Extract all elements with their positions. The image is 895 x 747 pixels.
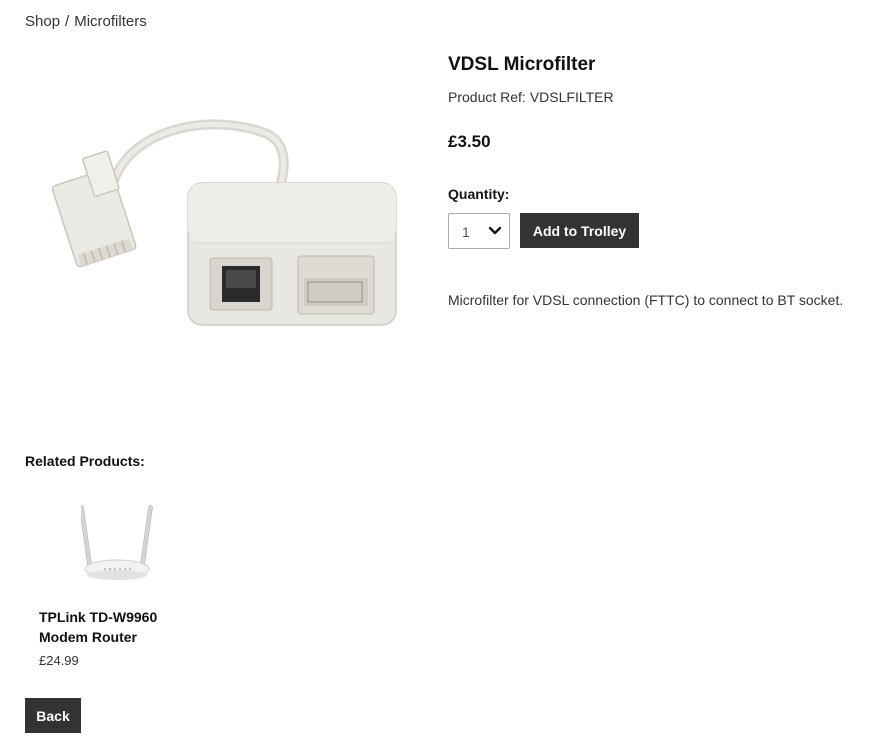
quantity-select[interactable]: 1 (448, 213, 510, 249)
quantity-value: 1 (462, 224, 470, 240)
related-product-card[interactable]: TPLink TD-W9960 Modem Router £24.99 (39, 495, 189, 680)
breadcrumb-category-link[interactable]: Microfilters (74, 13, 147, 30)
product-price: £3.50 (448, 132, 491, 151)
chevron-down-icon (488, 226, 502, 235)
related-product-price: £24.99 (39, 653, 79, 668)
product-image (40, 118, 410, 338)
product-title: VDSL Microfilter (448, 54, 596, 75)
microfilter-image (51, 119, 397, 326)
related-product-name[interactable]: TPLink TD-W9960 Modem Router (39, 607, 189, 647)
breadcrumb-separator: / (65, 13, 70, 30)
product-description: Microfilter for VDSL connection (FTTC) t… (448, 292, 844, 308)
quantity-label: Quantity: (448, 186, 510, 202)
add-to-trolley-button[interactable]: Add to Trolley (520, 213, 639, 248)
back-button[interactable]: Back (25, 698, 81, 733)
product-ref: Product Ref: VDSLFILTER (448, 89, 614, 105)
breadcrumb-shop-link[interactable]: Shop (25, 13, 60, 30)
router-image[interactable] (81, 501, 153, 587)
breadcrumb: Shop / Microfilters (25, 13, 147, 30)
product-ref-label: Product Ref: (448, 89, 526, 105)
related-products-heading: Related Products: (25, 453, 145, 469)
product-ref-value: VDSLFILTER (529, 89, 614, 105)
